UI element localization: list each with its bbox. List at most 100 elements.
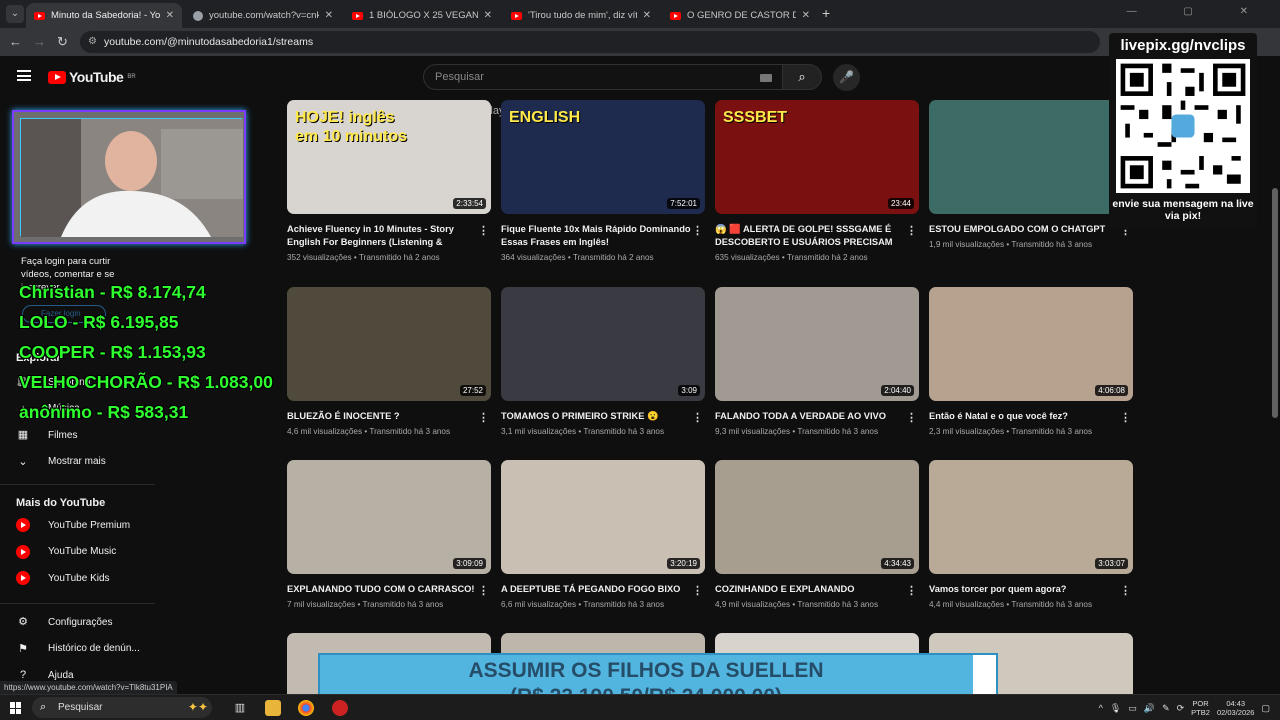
video-title[interactable]: TOMAMOS O PRIMEIRO STRIKE 😮 xyxy=(501,410,691,423)
video-title[interactable]: Vamos torcer por quem agora? xyxy=(929,583,1119,596)
tab-close-icon[interactable]: ✕ xyxy=(484,10,492,21)
video-card[interactable]: 4:06:08 Então é Natal e o que você fez? 2,… xyxy=(929,287,1133,436)
input-language[interactable]: POR PTB2 xyxy=(1191,699,1210,717)
video-thumbnail[interactable]: ENGLISH 7:52:01 xyxy=(501,100,705,214)
more-actions-icon[interactable]: ⋮ xyxy=(692,224,703,237)
video-card[interactable]: 3:20:19 A DEEPTUBE TÁ PEGANDO FOGO BIXO 6,… xyxy=(501,460,705,609)
video-card[interactable]: SSSBET 23:44 😱 🟥 ALERTA DE GOLPE! SSSGAME … xyxy=(715,100,919,262)
more-actions-icon[interactable]: ⋮ xyxy=(906,411,917,424)
search-button[interactable]: ⌕ xyxy=(782,64,822,90)
browser-tab[interactable]: Minuto da Sabedoria! - YouTube ✕ xyxy=(26,3,182,28)
chrome-icon[interactable] xyxy=(298,700,314,716)
video-title[interactable]: EXPLANANDO TUDO COM O CARRASCO! xyxy=(287,583,477,596)
more-actions-icon[interactable]: ⋮ xyxy=(692,411,703,424)
tab-close-icon[interactable]: ✕ xyxy=(802,10,810,21)
reload-icon[interactable]: ↻ xyxy=(57,34,68,50)
update-icon[interactable]: ⟳ xyxy=(1177,703,1185,714)
video-thumbnail[interactable]: HOJE! inglês em 10 minutos 2:33:54 xyxy=(287,100,491,214)
video-title[interactable]: BLUEZÃO É INOCENTE ? xyxy=(287,410,477,423)
video-card[interactable]: ESTOU EMPOLGADO COM O CHATGPT 1,9 mil vis… xyxy=(929,100,1133,249)
video-thumbnail[interactable]: SSSBET 23:44 xyxy=(715,100,919,214)
video-card[interactable]: 4:34:43 COZINHANDO E EXPLANANDO 4,9 mil vi… xyxy=(715,460,919,609)
system-clock[interactable]: 04:43 02/03/2026 xyxy=(1217,699,1255,717)
video-card[interactable]: 3:09 TOMAMOS O PRIMEIRO STRIKE 😮 3,1 mil v… xyxy=(501,287,705,436)
window-controls[interactable]: — ▢ ✕ xyxy=(1127,6,1270,17)
more-actions-icon[interactable]: ⋮ xyxy=(478,584,489,597)
video-thumbnail[interactable]: 3:09:09 xyxy=(287,460,491,574)
video-thumbnail[interactable]: 4:06:08 xyxy=(929,287,1133,401)
more-actions-icon[interactable]: ⋮ xyxy=(1120,584,1131,597)
tab-close-icon[interactable]: ✕ xyxy=(325,10,333,21)
tray-chevron-icon[interactable]: ^ xyxy=(1099,703,1103,713)
donation-entry: LOLO - R$ 6.195,85 xyxy=(19,312,179,332)
link-status-bar: https://www.youtube.com/watch?v=Tlk8tu31… xyxy=(0,681,177,694)
browser-tab[interactable]: 1 BIÓLOGO X 25 VEGANOS | Fi ✕ xyxy=(344,3,500,28)
more-actions-icon[interactable]: ⋮ xyxy=(906,224,917,237)
pen-icon[interactable]: ✎ xyxy=(1162,703,1170,714)
sidebar-item-configura-es[interactable]: ⚙ Configurações xyxy=(16,615,112,629)
video-title[interactable]: Então é Natal e o que você fez? xyxy=(929,410,1119,423)
video-title[interactable]: Achieve Fluency in 10 Minutes - Story En… xyxy=(287,223,477,249)
video-card[interactable]: HOJE! inglês em 10 minutos 2:33:54 Achieve… xyxy=(287,100,491,262)
video-thumbnail[interactable]: 27:52 xyxy=(287,287,491,401)
mic-tray-icon[interactable]: 🎙 xyxy=(1110,703,1121,714)
page-scrollbar[interactable] xyxy=(1270,128,1280,694)
stream-age: Transmitido há 3 anos xyxy=(1011,427,1093,436)
video-card[interactable]: 2:04:40 FALANDO TODA A VERDADE AO VIVO 9,3… xyxy=(715,287,919,436)
video-title[interactable]: FALANDO TODA A VERDADE AO VIVO xyxy=(715,410,905,423)
sidebar-item-youtube-kids[interactable]: YouTube Kids xyxy=(16,571,110,585)
forward-icon[interactable]: → xyxy=(33,34,46,49)
back-icon[interactable]: ← xyxy=(9,34,22,49)
video-title[interactable]: A DEEPTUBE TÁ PEGANDO FOGO BIXO xyxy=(501,583,691,596)
keyboard-icon[interactable] xyxy=(760,74,772,82)
sidebar-item-youtube-music[interactable]: YouTube Music xyxy=(16,544,116,559)
video-card[interactable]: 27:52 BLUEZÃO É INOCENTE ? 4,6 mil visuali… xyxy=(287,287,491,436)
sidebar-item-youtube-premium[interactable]: YouTube Premium xyxy=(16,518,130,532)
search-input[interactable]: Pesquisar xyxy=(423,64,783,90)
site-info-icon[interactable]: ⚙ xyxy=(88,31,97,53)
more-actions-icon[interactable]: ⋮ xyxy=(692,584,703,597)
video-card[interactable]: ENGLISH 7:52:01 Fique Fluente 10x Mais Ráp… xyxy=(501,100,705,262)
youtube-logo[interactable]: YouTube BR xyxy=(48,69,136,85)
voice-search-button[interactable]: 🎤 xyxy=(833,64,860,91)
sidebar-item-filmes[interactable]: ▦ Filmes xyxy=(16,428,78,442)
video-thumbnail[interactable]: 2:04:40 xyxy=(715,287,919,401)
video-title[interactable]: 😱 🟥 ALERTA DE GOLPE! SSSGAME É DESCOBERT… xyxy=(715,223,905,249)
url-field[interactable]: ⚙ youtube.com/@minutodasabedoria1/stream… xyxy=(80,31,1100,53)
tab-close-icon[interactable]: ✕ xyxy=(166,10,174,21)
task-view-icon[interactable]: ▥ xyxy=(232,700,248,716)
tab-search-button[interactable]: ⌄ xyxy=(6,5,24,23)
more-actions-icon[interactable]: ⋮ xyxy=(906,584,917,597)
menu-icon[interactable] xyxy=(17,70,31,81)
app-icon[interactable] xyxy=(332,700,348,716)
sidebar-item-ajuda[interactable]: ? Ajuda xyxy=(16,668,74,682)
video-title[interactable]: Fique Fluente 10x Mais Rápido Dominando … xyxy=(501,223,691,249)
more-actions-icon[interactable]: ⋮ xyxy=(478,224,489,237)
video-title[interactable]: ESTOU EMPOLGADO COM O CHATGPT xyxy=(929,223,1119,236)
notification-icon[interactable]: ▢ xyxy=(1261,703,1270,714)
windows-start-icon[interactable] xyxy=(10,702,22,714)
network-icon[interactable]: ▭ xyxy=(1128,703,1137,714)
sidebar-item-mostrar-mais[interactable]: ⌄ Mostrar mais xyxy=(16,455,105,469)
browser-tab[interactable]: 'Tirou tudo de mim', diz vítima ✕ xyxy=(503,3,659,28)
sidebar-item-hist-rico-de-den-n-[interactable]: ⚑ Histórico de denún... xyxy=(16,642,140,656)
tab-close-icon[interactable]: ✕ xyxy=(643,10,651,21)
file-explorer-icon[interactable] xyxy=(265,700,281,716)
video-card[interactable]: 3:09:09 EXPLANANDO TUDO COM O CARRASCO! 7 … xyxy=(287,460,491,609)
video-thumbnail[interactable]: 3:03:07 xyxy=(929,460,1133,574)
video-thumbnail[interactable]: 4:34:43 xyxy=(715,460,919,574)
more-actions-icon[interactable]: ⋮ xyxy=(478,411,489,424)
more-actions-icon[interactable]: ⋮ xyxy=(1120,411,1131,424)
browser-tab[interactable]: O GENRO DE CASTOR DE ANDR ✕ xyxy=(662,3,818,28)
video-card[interactable]: 3:03:07 Vamos torcer por quem agora? 4,4 m… xyxy=(929,460,1133,609)
taskbar-search[interactable]: ⌕ Pesquisar ✦✦ xyxy=(32,697,212,718)
scrollbar-thumb[interactable] xyxy=(1272,188,1278,418)
video-thumbnail[interactable] xyxy=(929,100,1133,214)
stream-age: Transmitido há 3 anos xyxy=(583,427,665,436)
new-tab-button[interactable]: + xyxy=(822,5,830,21)
video-thumbnail[interactable]: 3:20:19 xyxy=(501,460,705,574)
video-thumbnail[interactable]: 3:09 xyxy=(501,287,705,401)
volume-icon[interactable]: 🔊 xyxy=(1144,703,1155,714)
video-title[interactable]: COZINHANDO E EXPLANANDO xyxy=(715,583,905,596)
browser-tab[interactable]: youtube.com/watch?v=cnk6AX ✕ xyxy=(185,3,341,28)
